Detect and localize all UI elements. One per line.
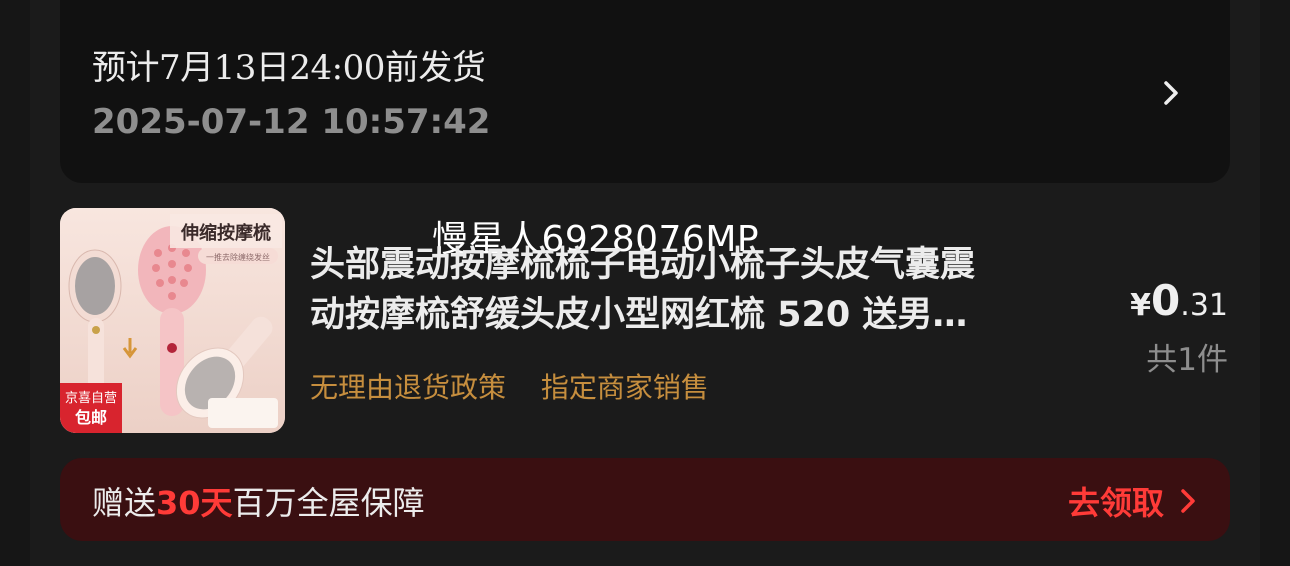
tag-designated-seller: 指定商家销售 (540, 371, 709, 404)
product-quantity: 共1件 (1146, 342, 1228, 378)
product-title[interactable]: 头部震动按摩梳梳子电动小梳子头皮气囊震 动按摩梳舒缓头皮小型网红梳 520 送男… (310, 240, 1110, 340)
price-decimal: .31 (1180, 288, 1228, 323)
tag-return-policy: 无理由退货政策 (310, 371, 507, 404)
product-title-line-2: 动按摩梳舒缓头皮小型网红梳 520 送男… (310, 295, 968, 335)
price-integer: 0 (1151, 276, 1181, 325)
product-thumbnail[interactable]: 伸缩按摩梳 一推去除缠绕发丝 京喜自营 包邮 (60, 208, 285, 433)
shipping-status-card[interactable]: 预计7月13日24:00前发货 2025-07-12 10:57:42 (60, 0, 1230, 183)
thumbnail-sub-text: 一推去除缠绕发丝 (206, 252, 270, 262)
product-title-line-1: 头部震动按摩梳梳子电动小梳子头皮气囊震 (310, 245, 976, 285)
banner-text-suffix: 百万全屋保障 (232, 484, 425, 522)
chevron-right-icon (1181, 489, 1195, 513)
banner-text-prefix: 赠送 (92, 484, 157, 522)
thumbnail-banner-text: 伸缩按摩梳 (180, 222, 271, 244)
product-tags: 无理由退货政策 指定商家销售 (310, 366, 735, 406)
banner-highlight: 30天 (156, 484, 233, 522)
thumbnail-badge-bottom: 包邮 (75, 408, 107, 427)
product-price: ¥0.31 (1130, 276, 1228, 325)
claim-button[interactable]: 去领取 (1068, 478, 1198, 524)
banner-text: 赠送30天百万全屋保障 (92, 478, 425, 524)
thumbnail-badge-top: 京喜自营 (65, 391, 117, 406)
chevron-right-icon[interactable] (1156, 78, 1186, 108)
order-timestamp: 2025-07-12 10:57:42 (92, 102, 491, 142)
shipping-estimate: 预计7月13日24:00前发货 (92, 48, 486, 88)
product-image: 伸缩按摩梳 一推去除缠绕发丝 京喜自营 包邮 (60, 208, 285, 433)
claim-button-label: 去领取 (1067, 484, 1164, 522)
price-currency: ¥ (1130, 288, 1152, 323)
protection-banner[interactable]: 赠送30天百万全屋保障 去领取 (60, 458, 1230, 541)
